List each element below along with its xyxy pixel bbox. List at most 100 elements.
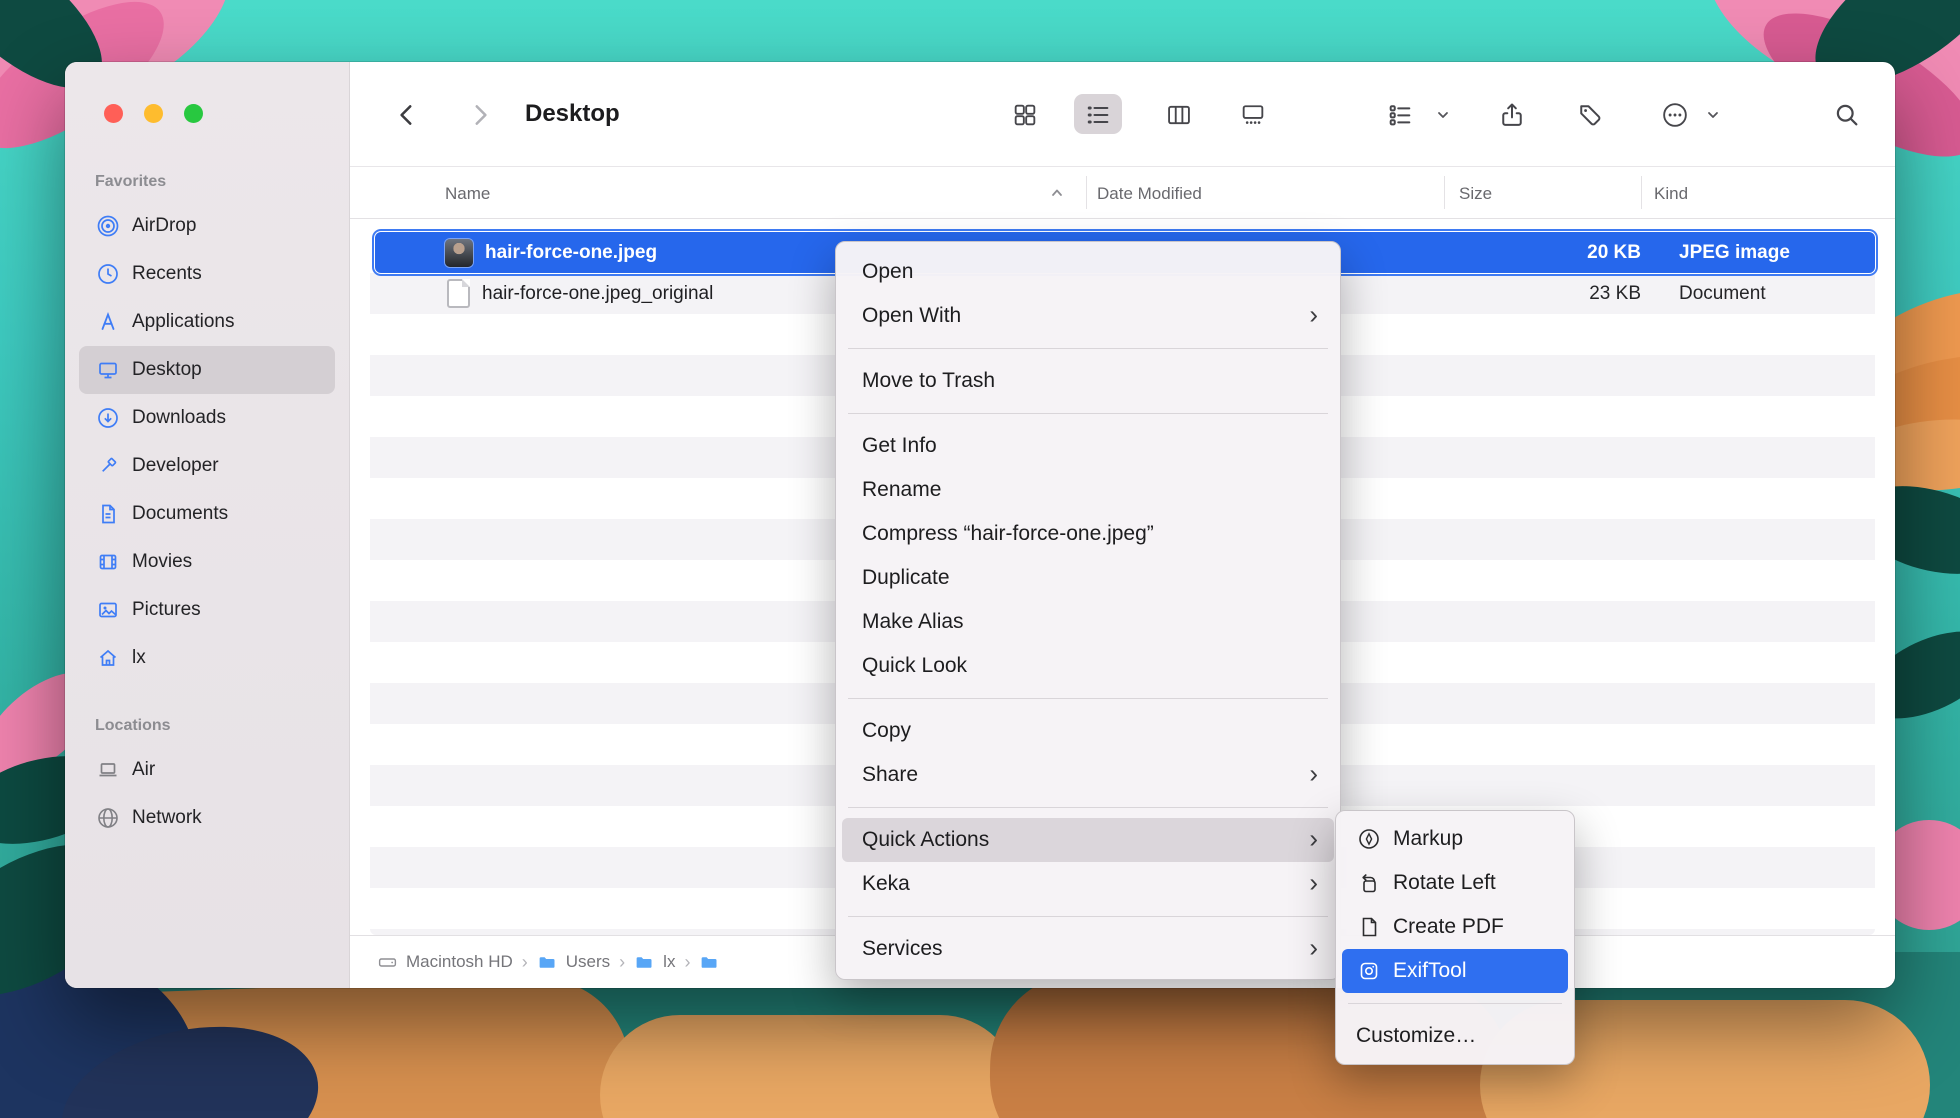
exiftool-icon [1356, 958, 1382, 984]
menu-item-duplicate[interactable]: Duplicate [842, 556, 1334, 600]
sidebar-item-pictures[interactable]: Pictures [79, 586, 335, 634]
laptop-icon [95, 757, 121, 783]
network-globe-icon [95, 805, 121, 831]
zoom-button[interactable] [184, 104, 203, 123]
menu-item-keka[interactable]: Keka [842, 862, 1334, 906]
menu-item-open[interactable]: Open [842, 250, 1334, 294]
file-kind-cell: JPEG image [1679, 232, 1790, 273]
forward-chevron-icon [466, 101, 494, 129]
path-item-macintosh-hd[interactable]: Macintosh HD [377, 952, 513, 973]
menu-item-make-alias[interactable]: Make Alias [842, 600, 1334, 644]
menu-item-compress[interactable]: Compress “hair-force-one.jpeg” [842, 512, 1334, 556]
wallpaper-stone [600, 1015, 1020, 1118]
menu-separator [848, 807, 1328, 808]
markup-icon [1356, 826, 1382, 852]
more-options-button[interactable] [1658, 98, 1692, 132]
column-header-size[interactable]: Size [1459, 167, 1492, 220]
minimize-button[interactable] [144, 104, 163, 123]
file-kind-cell: Document [1679, 273, 1766, 314]
menu-item-quick-look[interactable]: Quick Look [842, 644, 1334, 688]
grid-view-button[interactable] [1008, 98, 1042, 132]
path-separator-icon [522, 952, 528, 973]
tag-button[interactable] [1573, 98, 1607, 132]
sidebar-item-label: Applications [132, 311, 234, 333]
search-button[interactable] [1830, 98, 1864, 132]
toolbar: Desktop [350, 62, 1895, 166]
sidebar-item-label: Pictures [132, 599, 201, 621]
documents-icon [95, 501, 121, 527]
list-view-icon [1084, 101, 1112, 129]
column-header-kind[interactable]: Kind [1654, 167, 1688, 220]
menu-item-copy[interactable]: Copy [842, 709, 1334, 753]
sidebar-item-movies[interactable]: Movies [79, 538, 335, 586]
menu-item-rename[interactable]: Rename [842, 468, 1334, 512]
menu-item-get-info[interactable]: Get Info [842, 424, 1334, 468]
file-size-cell: 23 KB [1469, 273, 1641, 314]
desktop-monitor-icon [95, 357, 121, 383]
sidebar-item-air[interactable]: Air [79, 746, 335, 794]
path-item-users[interactable]: Users [537, 952, 610, 973]
gallery-view-button[interactable] [1236, 98, 1270, 132]
back-button[interactable] [390, 98, 424, 132]
menu-item-open-with[interactable]: Open With [842, 294, 1334, 338]
path-item-lx[interactable]: lx [634, 952, 675, 973]
path-item-current-folder[interactable] [699, 952, 728, 973]
sidebar-item-label: Air [132, 759, 155, 781]
column-view-button[interactable] [1162, 98, 1196, 132]
window-controls [104, 104, 203, 123]
sidebar-item-label: Network [132, 807, 202, 829]
gallery-view-icon [1239, 101, 1267, 129]
context-menu: Open Open With Move to Trash Get Info Re… [835, 241, 1341, 980]
sidebar-item-recents[interactable]: Recents [79, 250, 335, 298]
forward-button[interactable] [463, 98, 497, 132]
column-divider[interactable] [1641, 176, 1642, 209]
menu-item-services[interactable]: Services [842, 927, 1334, 971]
group-by-chevron[interactable] [1432, 98, 1454, 132]
sidebar-item-lx-home[interactable]: lx [79, 634, 335, 682]
sidebar-item-label: Recents [132, 263, 202, 285]
chevron-down-icon [1705, 107, 1721, 123]
menu-separator [848, 698, 1328, 699]
downloads-icon [95, 405, 121, 431]
menu-item-quick-actions[interactable]: Quick Actions [842, 818, 1334, 862]
sidebar-item-label: Downloads [132, 407, 226, 429]
submenu-item-customize[interactable]: Customize… [1342, 1014, 1568, 1058]
submenu-item-markup[interactable]: Markup [1342, 817, 1568, 861]
share-button[interactable] [1495, 98, 1529, 132]
back-chevron-icon [393, 101, 421, 129]
sidebar-item-desktop[interactable]: Desktop [79, 346, 335, 394]
list-view-button[interactable] [1081, 98, 1115, 132]
sidebar-section-locations: Locations [65, 706, 349, 746]
column-divider[interactable] [1086, 176, 1087, 209]
sidebar-item-developer[interactable]: Developer [79, 442, 335, 490]
sidebar-item-network[interactable]: Network [79, 794, 335, 842]
sidebar-item-label: Developer [132, 455, 219, 477]
menu-separator [1348, 1003, 1562, 1004]
more-options-chevron[interactable] [1702, 98, 1724, 132]
menu-item-share[interactable]: Share [842, 753, 1334, 797]
column-header-name[interactable]: Name [445, 167, 490, 220]
sidebar-item-applications[interactable]: Applications [79, 298, 335, 346]
column-header-date-modified[interactable]: Date Modified [1097, 167, 1202, 220]
menu-item-move-to-trash[interactable]: Move to Trash [842, 359, 1334, 403]
sidebar-item-label: Movies [132, 551, 192, 573]
sidebar-section-favorites: Favorites [65, 162, 349, 202]
sidebar-item-label: lx [132, 647, 146, 669]
window-title: Desktop [525, 62, 620, 166]
close-button[interactable] [104, 104, 123, 123]
sidebar-item-documents[interactable]: Documents [79, 490, 335, 538]
column-view-icon [1165, 101, 1193, 129]
sidebar-item-label: Desktop [132, 359, 202, 381]
sidebar-item-downloads[interactable]: Downloads [79, 394, 335, 442]
chevron-down-icon [1435, 107, 1451, 123]
submenu-item-rotate-left[interactable]: Rotate Left [1342, 861, 1568, 905]
group-by-button[interactable] [1383, 98, 1417, 132]
sidebar-item-airdrop[interactable]: AirDrop [79, 202, 335, 250]
column-divider[interactable] [1444, 176, 1445, 209]
submenu-item-create-pdf[interactable]: Create PDF [1342, 905, 1568, 949]
developer-hammer-icon [95, 453, 121, 479]
search-icon [1833, 101, 1861, 129]
menu-separator [848, 413, 1328, 414]
movies-film-icon [95, 549, 121, 575]
submenu-item-exiftool[interactable]: ExifTool [1342, 949, 1568, 993]
